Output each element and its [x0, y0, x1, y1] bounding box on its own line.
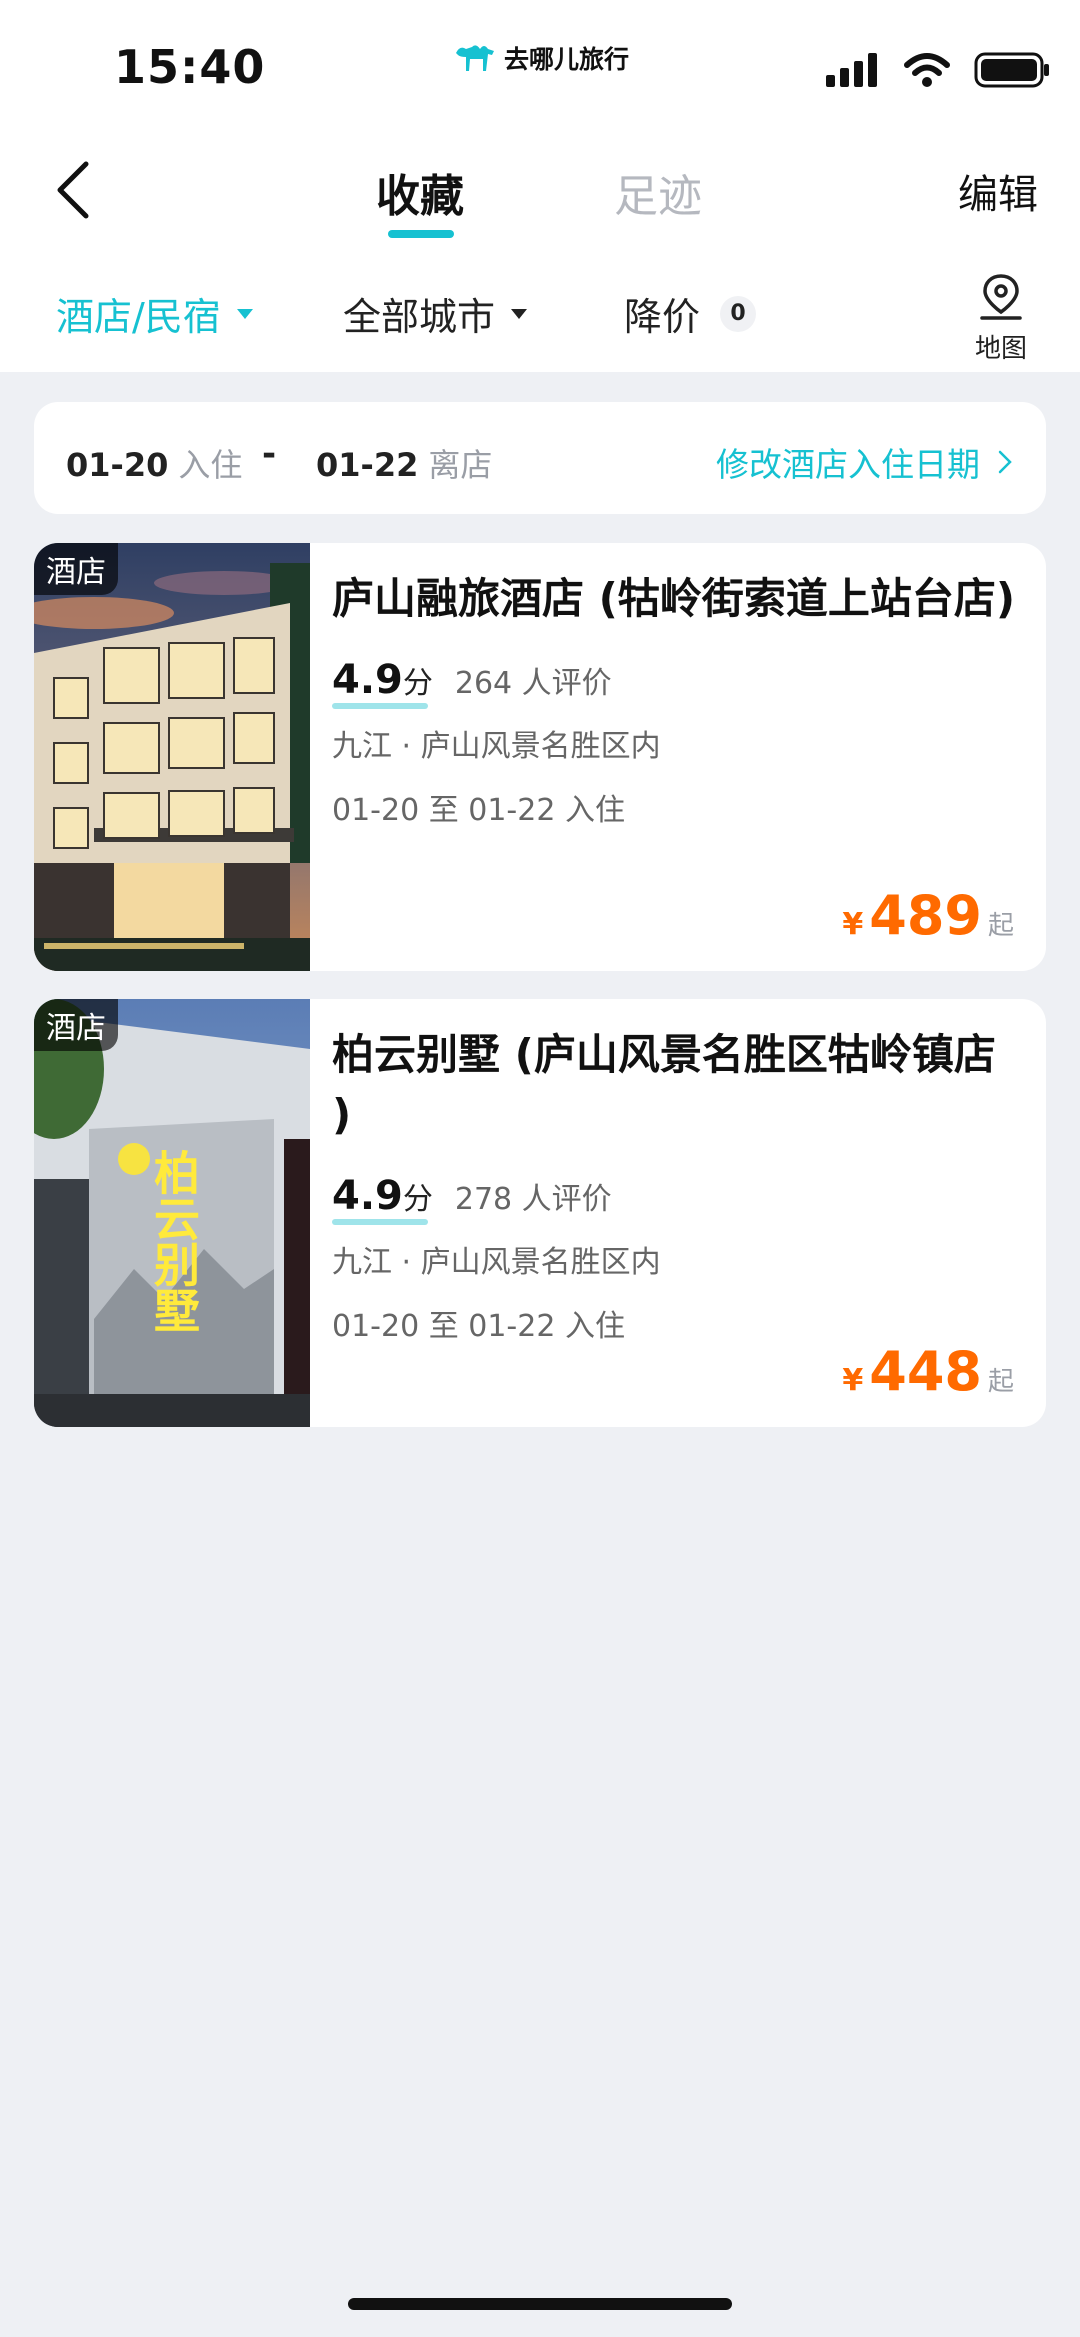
edit-button[interactable]: 编辑 — [958, 162, 1038, 220]
hotel-card[interactable]: 柏云别墅 酒店 柏云别墅 (庐山风景名胜区牯岭镇店 ) 4.9分 278 人评价… — [34, 999, 1046, 1427]
hotel-stay-dates: 01-20 至 01-22 入住 — [332, 1309, 625, 1344]
filter-city-label: 全部城市 — [343, 295, 496, 339]
header-panel: 15:40 去哪儿旅行 收藏 足迹 编辑 酒店/民宿 全部城市 降价 0 地图 — [0, 0, 1080, 372]
home-indicator[interactable] — [348, 2298, 732, 2310]
hotel-review-count: 264 人评价 — [454, 666, 612, 701]
chevron-right-icon — [998, 450, 1012, 474]
score-highlight — [332, 1219, 428, 1225]
currency-symbol: ¥ — [842, 1363, 864, 1398]
hotel-name: 柏云别墅 (庐山风景名胜区牯岭镇店 ) — [332, 1030, 996, 1139]
hotel-card[interactable]: 酒店 庐山融旅酒店 (牯岭街索道上站台店) 4.9分 264 人评价 九江 · … — [34, 543, 1046, 971]
back-arrow-icon[interactable] — [54, 160, 94, 220]
camel-logo-icon — [456, 45, 494, 71]
checkin-date: 01-20 — [66, 446, 169, 484]
wifi-icon — [904, 53, 950, 87]
signal-icon — [826, 53, 877, 87]
hotel-location: 九江 · 庐山风景名胜区内 — [332, 729, 661, 764]
filter-city-dropdown[interactable]: 全部城市 — [343, 286, 528, 341]
hotel-score-unit: 分 — [402, 1182, 433, 1217]
price-suffix: 起 — [987, 1367, 1014, 1397]
hotel-info: 柏云别墅 (庐山风景名胜区牯岭镇店 ) 4.9分 278 人评价 九江 · 庐山… — [332, 1025, 1026, 1345]
checkout-date: 01-22 — [316, 446, 419, 484]
map-pin-icon — [980, 274, 1022, 320]
active-tab-indicator — [388, 230, 454, 238]
hotel-score-value: 4.9 — [332, 657, 403, 703]
date-separator: - — [262, 434, 277, 474]
brand-name: 去哪儿旅行 — [504, 45, 630, 74]
price-drop-count-badge: 0 — [720, 295, 757, 332]
map-button[interactable]: 地图 — [966, 272, 1036, 365]
hotel-location: 九江 · 庐山风景名胜区内 — [332, 1245, 661, 1280]
hotel-type-tag: 酒店 — [34, 999, 118, 1051]
hotel-price: ¥ 489 起 — [842, 884, 1014, 947]
filter-type-label: 酒店/民宿 — [56, 295, 221, 339]
modify-dates-label: 修改酒店入住日期 — [716, 445, 980, 484]
villa-sign-text: 柏云别墅 — [147, 1149, 201, 1333]
hotel-price: ¥ 448 起 — [842, 1340, 1014, 1403]
tab-footprints-label: 足迹 — [614, 171, 702, 222]
battery-icon — [974, 52, 1049, 88]
price-suffix: 起 — [987, 911, 1014, 941]
status-time: 15:40 — [114, 40, 266, 94]
hotel-photo: 柏云别墅 酒店 — [34, 999, 310, 1427]
hotel-photo: 酒店 — [34, 543, 310, 971]
villa-sign-image: 柏云别墅 — [34, 999, 310, 1427]
rating-row: 4.9分 264 人评价 — [332, 657, 1026, 709]
score-highlight — [332, 703, 428, 709]
hotel-score-value: 4.9 — [332, 1173, 403, 1219]
rating-row: 4.9分 278 人评价 — [332, 1173, 1026, 1225]
hotel-score-unit: 分 — [402, 666, 433, 701]
price-amount: 448 — [869, 1340, 982, 1403]
stay-date-bar: 01-20 入住 - 01-22 离店 修改酒店入住日期 — [34, 402, 1046, 514]
filter-type-dropdown[interactable]: 酒店/民宿 — [56, 286, 253, 341]
tab-favorites[interactable]: 收藏 — [376, 160, 464, 238]
checkin-label: 入住 — [178, 446, 243, 484]
checkout: 01-22 离店 — [316, 440, 492, 486]
modify-dates-button[interactable]: 修改酒店入住日期 — [716, 438, 1012, 486]
tab-footprints[interactable]: 足迹 — [614, 160, 702, 224]
hotel-score: 4.9分 — [332, 1173, 433, 1225]
filter-price-drop-label: 降价 — [624, 295, 701, 339]
currency-symbol: ¥ — [842, 907, 864, 942]
checkin: 01-20 入住 — [66, 440, 242, 486]
price-amount: 489 — [869, 884, 982, 947]
caret-down-icon — [511, 308, 528, 319]
hotel-review-count: 278 人评价 — [454, 1182, 612, 1217]
hotel-score: 4.9分 — [332, 657, 433, 709]
tab-favorites-label: 收藏 — [376, 171, 464, 222]
hotel-stay-dates: 01-20 至 01-22 入住 — [332, 793, 625, 828]
caret-down-icon — [236, 308, 253, 319]
hotel-name: 庐山融旅酒店 (牯岭街索道上站台店) — [332, 574, 1016, 623]
hotel-building-image — [34, 543, 310, 971]
hotel-type-tag: 酒店 — [34, 543, 118, 595]
status-indicators — [826, 52, 1050, 88]
hotel-info: 庐山融旅酒店 (牯岭街索道上站台店) 4.9分 264 人评价 九江 · 庐山风… — [332, 569, 1026, 829]
checkout-label: 离店 — [428, 446, 493, 484]
filter-price-drop[interactable]: 降价 0 — [624, 286, 757, 341]
map-label: 地图 — [974, 334, 1027, 364]
brand: 去哪儿旅行 — [454, 40, 629, 76]
